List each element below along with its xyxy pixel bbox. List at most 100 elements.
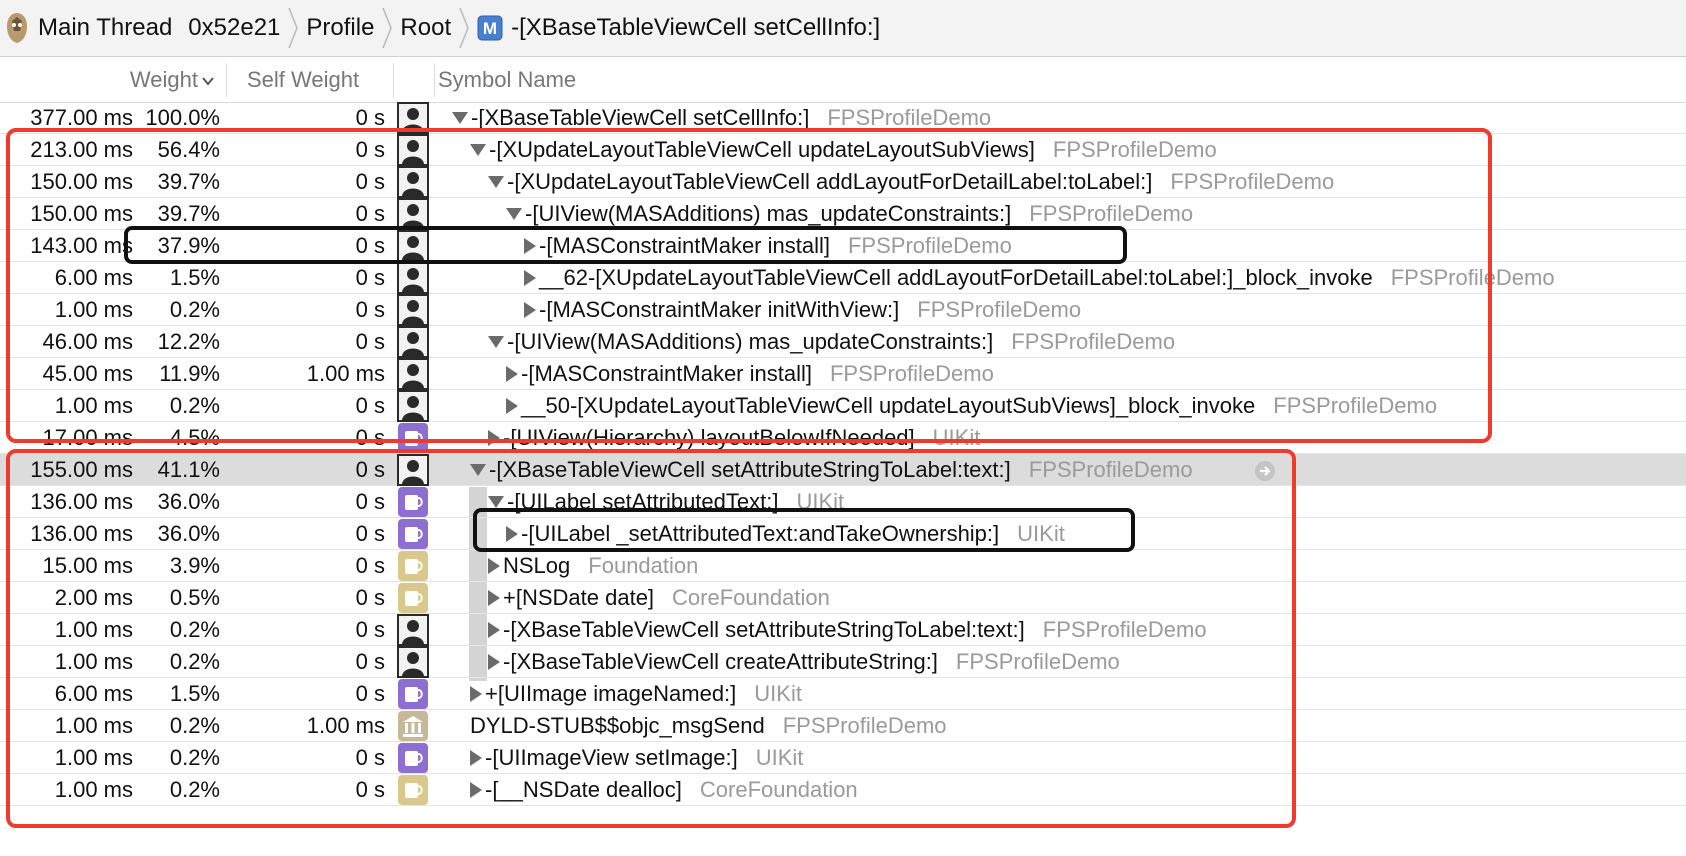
call-tree-row[interactable]: 136.00 ms 36.0% 0 s -[UILabel _setAttribute… — [0, 518, 1686, 550]
person-icon — [397, 134, 429, 166]
weight-header-label: Weight — [129, 67, 198, 92]
call-tree-row[interactable]: 1.00 ms 0.2% 0 s -[MASConstraintMaker initW… — [0, 294, 1686, 326]
self-weight: 0 s — [355, 521, 385, 546]
weight-percent: 39.7% — [157, 201, 220, 226]
disclosure-collapsed-icon[interactable] — [488, 430, 500, 447]
weight-column-header[interactable]: Weight — [0, 57, 215, 102]
disclosure-collapsed-icon[interactable] — [506, 398, 518, 415]
weight-percent: 0.2% — [169, 617, 220, 642]
person-icon — [397, 166, 429, 198]
symbol-name: -[UIImageView setImage:] — [485, 745, 738, 770]
symbol-cell: NSLog Foundation — [488, 550, 698, 582]
disclosure-expanded-icon[interactable] — [452, 111, 468, 124]
disclosure-expanded-icon[interactable] — [488, 175, 504, 188]
breadcrumb-thread[interactable]: Main Thread 0x52e21 — [0, 0, 280, 56]
disclosure-collapsed-icon[interactable] — [506, 526, 518, 543]
disclosure-collapsed-icon[interactable] — [470, 750, 482, 767]
disclosure-collapsed-icon[interactable] — [488, 654, 500, 671]
weight-ms: 213.00 ms — [30, 137, 133, 162]
disclosure-collapsed-icon[interactable] — [524, 238, 536, 255]
library-name: FPSProfileDemo — [1170, 169, 1335, 194]
weight-ms: 2.00 ms — [54, 585, 133, 610]
call-tree-row[interactable]: 1.00 ms 0.2% 0 s -[__NSDate dealloc] CoreFou… — [0, 774, 1686, 806]
symbol-cell: -[UIImageView setImage:] UIKit — [470, 742, 803, 774]
symbol-cell: -[XBaseTableViewCell setAttributeStringT… — [488, 614, 1207, 646]
cup-purple-icon — [397, 486, 429, 518]
disclosure-collapsed-icon[interactable] — [488, 622, 500, 639]
call-tree-row[interactable]: 155.00 ms 41.1% 0 s -[XBaseTableViewCell se… — [0, 454, 1686, 486]
disclosure-collapsed-icon[interactable] — [524, 270, 536, 287]
chevron-down-icon — [202, 77, 214, 86]
symbol-name: -[UILabel _setAttributedText:andTakeOwne… — [521, 521, 1000, 546]
focus-arrow-icon[interactable] — [1254, 460, 1276, 482]
weight-percent: 0.2% — [169, 777, 220, 802]
weight-ms: 1.00 ms — [54, 745, 133, 770]
breadcrumb-profile[interactable]: Profile — [306, 0, 374, 56]
self-weight-column-header[interactable]: Self Weight — [247, 57, 397, 102]
self-weight: 0 s — [355, 617, 385, 642]
chevron-right-icon — [459, 8, 469, 48]
weight-ms: 45.00 ms — [42, 361, 134, 386]
breadcrumb-root[interactable]: Root — [400, 0, 451, 56]
breadcrumb-symbol[interactable]: M -[XBaseTableViewCell setCellInfo:] — [477, 0, 880, 56]
self-weight: 0 s — [355, 329, 385, 354]
symbol-name: __50-[XUpdateLayoutTableViewCell updateL… — [521, 393, 1256, 418]
call-tree-row[interactable]: 150.00 ms 39.7% 0 s -[UIView(MASAdditions) … — [0, 198, 1686, 230]
library-name: FPSProfileDemo — [1052, 137, 1217, 162]
call-tree-row[interactable]: 1.00 ms 0.2% 0 s __50-[XUpdateLayoutTableVi… — [0, 390, 1686, 422]
disclosure-expanded-icon[interactable] — [470, 463, 486, 476]
disclosure-collapsed-icon[interactable] — [488, 558, 500, 575]
weight-ms: 136.00 ms — [30, 521, 133, 546]
call-tree-row[interactable]: 6.00 ms 1.5% 0 s +[UIImage imageNamed:] UIKi… — [0, 678, 1686, 710]
disclosure-collapsed-icon[interactable] — [470, 782, 482, 799]
disclosure-collapsed-icon[interactable] — [470, 686, 482, 703]
disclosure-expanded-icon[interactable] — [488, 495, 504, 508]
weight-percent: 100.0% — [145, 105, 220, 130]
call-tree-row[interactable]: 1.00 ms 0.2% 0 s -[XBaseTableViewCell creat… — [0, 646, 1686, 678]
disclosure-expanded-icon[interactable] — [470, 143, 486, 156]
call-tree-row[interactable]: 213.00 ms 56.4% 0 s -[XUpdateLayoutTableVie… — [0, 134, 1686, 166]
call-tree-row[interactable]: 150.00 ms 39.7% 0 s -[XUpdateLayoutTableVie… — [0, 166, 1686, 198]
disclosure-expanded-icon[interactable] — [488, 335, 504, 348]
disclosure-expanded-icon[interactable] — [506, 207, 522, 220]
self-weight: 0 s — [355, 457, 385, 482]
call-tree-row[interactable]: 1.00 ms 0.2% 1.00 ms DYLD-STUB$$objc_msgSen… — [0, 710, 1686, 742]
weight-ms: 6.00 ms — [54, 265, 133, 290]
weight-percent: 4.5% — [169, 425, 220, 450]
call-tree-row[interactable]: 6.00 ms 1.5% 0 s __62-[XUpdateLayoutTableVi… — [0, 262, 1686, 294]
disclosure-collapsed-icon[interactable] — [524, 302, 536, 319]
person-icon — [397, 646, 429, 678]
symbol-name: -[XBaseTableViewCell createAttributeStri… — [503, 649, 938, 674]
call-tree-row[interactable]: 46.00 ms 12.2% 0 s -[UIView(MASAdditions) m… — [0, 326, 1686, 358]
call-tree-row[interactable]: 136.00 ms 36.0% 0 s -[UILabel setAttributed… — [0, 486, 1686, 518]
self-weight: 0 s — [355, 585, 385, 610]
cup-tan-icon — [397, 550, 429, 582]
self-weight: 1.00 ms — [306, 361, 385, 386]
call-tree-row[interactable]: 377.00 ms 100.0% 0 s -[XBaseTableViewCell s… — [0, 102, 1686, 134]
symbol-cell: -[UILabel _setAttributedText:andTakeOwne… — [506, 518, 1065, 550]
call-tree-row[interactable]: 17.00 ms 4.5% 0 s -[UIView(Hierarchy) layou… — [0, 422, 1686, 454]
weight-percent: 39.7% — [157, 169, 220, 194]
call-tree-row[interactable]: 143.00 ms 37.9% 0 s -[MASConstraintMaker in… — [0, 230, 1686, 262]
weight-percent: 37.9% — [157, 233, 220, 258]
symbol-cell: DYLD-STUB$$objc_msgSend FPSProfileDemo — [470, 710, 947, 742]
call-tree-row[interactable]: 45.00 ms 11.9% 1.00 ms -[MASConstraintMaker… — [0, 358, 1686, 390]
call-tree-row[interactable]: 1.00 ms 0.2% 0 s -[UIImageView setImage:] UI… — [0, 742, 1686, 774]
symbol-cell: __50-[XUpdateLayoutTableViewCell updateL… — [506, 390, 1437, 422]
library-name: FPSProfileDemo — [782, 713, 947, 738]
self-weight: 0 s — [355, 297, 385, 322]
weight-ms: 17.00 ms — [42, 425, 134, 450]
weight-percent: 0.2% — [169, 745, 220, 770]
call-tree-row[interactable]: 15.00 ms 3.9% 0 s NSLog Foundation — [0, 550, 1686, 582]
call-tree-row[interactable]: 2.00 ms 0.5% 0 s +[NSDate date] CoreFoundati… — [0, 582, 1686, 614]
symbol-cell: +[NSDate date] CoreFoundation — [488, 582, 830, 614]
weight-percent: 1.5% — [169, 265, 220, 290]
weight-percent: 56.4% — [157, 137, 220, 162]
call-tree-row[interactable]: 1.00 ms 0.2% 0 s -[XBaseTableViewCell setAt… — [0, 614, 1686, 646]
library-name: UIKit — [754, 681, 802, 706]
weight-percent: 41.1% — [157, 457, 220, 482]
disclosure-collapsed-icon[interactable] — [506, 366, 518, 383]
disclosure-collapsed-icon[interactable] — [488, 590, 500, 607]
symbol-name-column-header[interactable]: Symbol Name — [438, 57, 838, 102]
self-weight-header-label: Self Weight — [247, 67, 360, 92]
